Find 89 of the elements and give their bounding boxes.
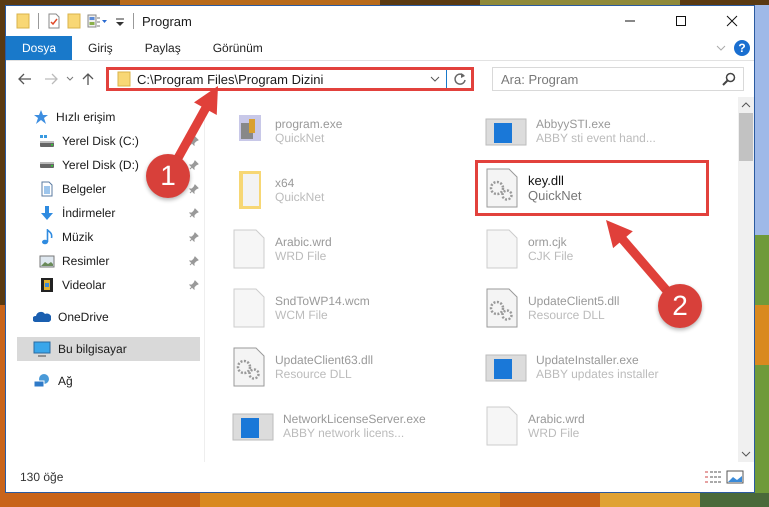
- scroll-thumb[interactable]: [739, 113, 753, 161]
- ribbon-tab[interactable]: Giriş: [72, 36, 129, 60]
- search-field[interactable]: Ara: Program: [492, 67, 744, 91]
- file-item[interactable]: key.dll QuickNet: [475, 160, 709, 216]
- file-type: QuickNet: [275, 130, 326, 144]
- pin-icon[interactable]: [189, 136, 199, 146]
- image-icon: [39, 253, 55, 269]
- file-type: WRD File: [275, 248, 328, 262]
- gear-file-icon: [231, 344, 267, 388]
- file-type: QuickNet: [528, 188, 582, 203]
- file-name: SndToWP14.wcm: [275, 294, 370, 308]
- music-note-icon: [39, 229, 55, 245]
- file-name: Arabic.wrd: [275, 234, 332, 248]
- sidebar-item[interactable]: Yerel Disk (D:): [17, 153, 139, 177]
- sidebar-item[interactable]: Müzik: [17, 225, 139, 249]
- file-name: program.exe: [275, 116, 342, 130]
- sidebar-item[interactable]: Bu bilgisayar: [17, 337, 200, 361]
- details-view-icon[interactable]: [704, 470, 722, 484]
- scrollbar[interactable]: [738, 97, 754, 462]
- pin-icon[interactable]: [189, 256, 199, 266]
- search-icon: [722, 72, 736, 86]
- pin-icon[interactable]: [189, 232, 199, 242]
- file-name: key.dll: [528, 173, 565, 188]
- file-name: UpdateClient5.dll: [528, 294, 620, 308]
- scroll-down-icon[interactable]: [741, 450, 751, 458]
- minimize-icon: [624, 20, 636, 22]
- drive-icon: [39, 133, 55, 149]
- sidebar-item[interactable]: İndirmeler: [17, 201, 139, 225]
- caret-icon[interactable]: [66, 76, 74, 82]
- file-type: WCM File: [275, 308, 329, 322]
- file-type: QuickNet: [275, 190, 324, 204]
- file-name: UpdateClient63.dll: [275, 352, 374, 366]
- ribbon-tab[interactable]: Paylaş: [128, 36, 197, 60]
- monitor-icon: [33, 341, 51, 357]
- file-type: Resource DLL: [275, 366, 353, 380]
- file-type: ABBY sti event hand...: [536, 130, 656, 144]
- blank-file-icon: [231, 226, 267, 270]
- sidebar-item[interactable]: Belgeler: [17, 177, 139, 201]
- gear-file-icon: [484, 286, 520, 330]
- file-name: UpdateInstaller.exe: [536, 352, 640, 366]
- drive-icon: [39, 161, 55, 169]
- ribbon-tab[interactable]: Dosya: [6, 36, 72, 60]
- blank-file-icon: [231, 286, 267, 330]
- maximize-icon: [674, 15, 686, 27]
- file-name: x64: [275, 176, 296, 190]
- pin-icon[interactable]: [189, 184, 199, 194]
- properties-icon[interactable]: [87, 13, 109, 29]
- ribbon-tab[interactable]: Görünüm: [196, 36, 279, 60]
- film-icon: [39, 277, 55, 293]
- sidebar-item[interactable]: OneDrive: [17, 305, 139, 329]
- network-icon: [33, 373, 51, 389]
- up-arrow-icon[interactable]: [82, 72, 94, 86]
- pin-icon[interactable]: [189, 208, 199, 218]
- file-type: Resource DLL: [528, 308, 606, 322]
- file-name: orm.cjk: [528, 234, 568, 248]
- chevron-down-icon[interactable]: [716, 44, 726, 52]
- file-name: Arabic.wrd: [528, 412, 585, 426]
- large-icons-view-icon[interactable]: [726, 470, 744, 484]
- dropdown-icon[interactable]: [430, 75, 440, 83]
- document-icon: [39, 181, 55, 197]
- sidebar-item[interactable]: Resimler: [17, 249, 139, 273]
- download-arrow-icon: [39, 205, 55, 221]
- back-arrow-icon[interactable]: [18, 73, 32, 85]
- pin-icon[interactable]: [189, 280, 199, 290]
- blank-file-icon: [484, 226, 520, 270]
- sidebar-item[interactable]: Hızlı erişim: [17, 105, 139, 129]
- address-bar[interactable]: C:\Program Files\Program Dizini: [106, 67, 474, 91]
- file-type: CJK File: [528, 248, 574, 262]
- folder-icon: [117, 71, 131, 87]
- cloud-icon: [33, 311, 51, 323]
- file-type: ABBY network licens...: [283, 426, 406, 440]
- blank-file-icon: [484, 404, 520, 448]
- file-type: ABBY updates installer: [536, 366, 659, 380]
- help-button[interactable]: ?: [734, 40, 750, 56]
- window-title: Program: [142, 14, 192, 28]
- checklist-icon[interactable]: [47, 13, 61, 29]
- sidebar-item[interactable]: Ağ: [17, 369, 139, 393]
- pin-icon[interactable]: [189, 160, 199, 170]
- file-name: NetworkLicenseServer.exe: [283, 412, 426, 426]
- file-type: WRD File: [528, 426, 580, 440]
- close-icon: [726, 15, 738, 27]
- refresh-icon[interactable]: [453, 72, 467, 86]
- scroll-up-icon[interactable]: [741, 101, 751, 109]
- item-count: 130 öğe: [20, 470, 64, 484]
- sidebar-item[interactable]: Yerel Disk (C:): [17, 129, 139, 153]
- sidebar-item[interactable]: Videolar: [17, 273, 139, 297]
- gear-file-icon: [484, 166, 520, 210]
- file-name: AbbyySTI.exe: [536, 116, 612, 130]
- star-icon: [33, 109, 49, 125]
